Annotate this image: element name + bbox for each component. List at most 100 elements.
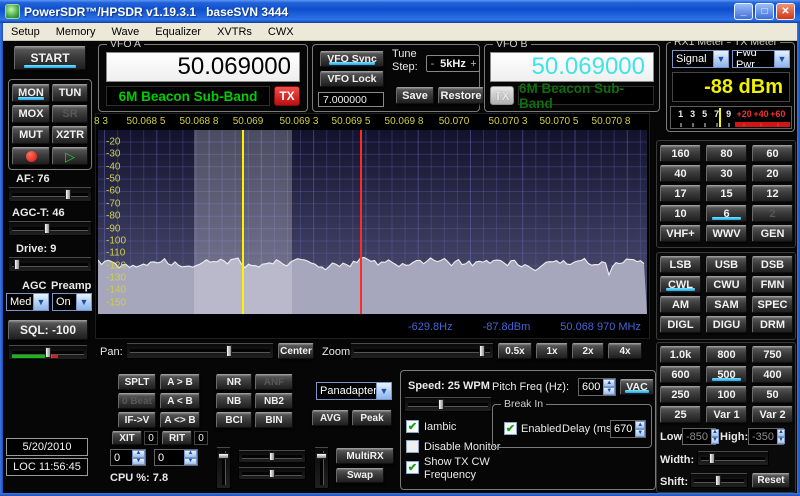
anf-button[interactable]: ANF — [255, 374, 293, 390]
vfo-b-frequency[interactable]: 50.069000 — [490, 52, 654, 82]
menu-item-setup[interactable]: Setup — [3, 24, 48, 40]
filter-low-field[interactable]: -850 ▲▼ — [682, 428, 716, 445]
squelch-button[interactable]: SQL: -100 — [8, 320, 88, 340]
a-swap-b-button[interactable]: A <> B — [160, 412, 200, 428]
spin-up-icon[interactable]: ▲ — [132, 450, 145, 458]
filter-button-25[interactable]: 25 — [660, 406, 701, 423]
disable-monitor-checkbox[interactable]: ✔ — [406, 440, 419, 453]
x2tr-button[interactable]: X2TR — [52, 126, 88, 144]
break-in-delay-field[interactable]: 670 ▲▼ — [610, 420, 646, 438]
vac-button[interactable]: VAC — [620, 379, 654, 395]
filter-button-750[interactable]: 750 — [752, 346, 793, 363]
xit-button[interactable]: XIT — [112, 431, 142, 445]
filter-shift-slider[interactable] — [690, 473, 748, 488]
mode-button-lsb[interactable]: LSB — [660, 256, 701, 273]
filter-shift-reset-button[interactable]: Reset — [752, 473, 790, 488]
band-button-vhf+[interactable]: VHF+ — [660, 225, 701, 242]
spin-down-icon[interactable]: ▼ — [711, 437, 719, 445]
zoom-1x-button[interactable]: 1x — [536, 343, 568, 359]
rx-meter-select[interactable]: Signal▼ — [672, 50, 729, 68]
menu-item-memory[interactable]: Memory — [48, 24, 104, 40]
menu-item-equalizer[interactable]: Equalizer — [147, 24, 209, 40]
vfo-alt-frequency[interactable]: 7.000000 — [318, 92, 384, 107]
af-slider[interactable] — [8, 187, 92, 202]
spin-up-icon[interactable]: ▲ — [777, 429, 785, 437]
multirx-button[interactable]: MultiRX — [336, 448, 394, 464]
mut-button[interactable]: MUT — [12, 126, 50, 144]
center-button[interactable]: Center — [278, 343, 314, 359]
iambic-checkbox[interactable]: ✔ — [406, 420, 419, 433]
menu-item-xvtrs[interactable]: XVTRs — [209, 24, 260, 40]
preamp-select[interactable]: On▼ — [52, 293, 92, 311]
multirx-pan-slider[interactable] — [238, 450, 306, 463]
filter-width-slider[interactable] — [697, 451, 769, 466]
band-button-6[interactable]: 6 — [706, 205, 747, 222]
mode-button-fmn[interactable]: FMN — [752, 276, 793, 293]
avg-button[interactable]: AVG — [312, 410, 349, 426]
restore-button[interactable]: Restore — [438, 87, 484, 104]
band-button-17[interactable]: 17 — [660, 185, 701, 202]
swap-button[interactable]: Swap — [336, 468, 384, 483]
spin-up-icon[interactable]: ▲ — [711, 429, 719, 437]
mode-button-dsb[interactable]: DSB — [752, 256, 793, 273]
spin-down-icon[interactable]: ▼ — [184, 458, 197, 466]
filter-high-field[interactable]: -350 ▲▼ — [748, 428, 784, 445]
mode-button-spec[interactable]: SPEC — [752, 296, 793, 313]
tun-button[interactable]: TUN — [52, 84, 88, 102]
band-button-wwv[interactable]: WWV — [706, 225, 747, 242]
agc-t-slider[interactable] — [8, 221, 92, 236]
filter-button-50[interactable]: 50 — [752, 386, 793, 403]
menu-item-wave[interactable]: Wave — [103, 24, 147, 40]
filter-button-250[interactable]: 250 — [660, 386, 701, 403]
peak-button[interactable]: Peak — [352, 410, 392, 426]
filter-button-800[interactable]: 800 — [706, 346, 747, 363]
maximize-button[interactable]: □ — [755, 3, 774, 20]
zoom-0.5x-button[interactable]: 0.5x — [498, 343, 532, 359]
vfo-a-frequency[interactable]: 50.069000 — [106, 52, 300, 82]
rit-button[interactable]: RIT — [162, 431, 192, 445]
spin-down-icon[interactable]: ▼ — [132, 458, 145, 466]
vfo-lock-button[interactable]: VFO Lock — [320, 71, 384, 87]
mode-button-digl[interactable]: DIGL — [660, 316, 701, 333]
filter-button-var-2[interactable]: Var 2 — [752, 406, 793, 423]
mode-button-am[interactable]: AM — [660, 296, 701, 313]
spin-up-icon[interactable]: ▲ — [603, 379, 615, 387]
split-button[interactable]: SPLT — [118, 374, 156, 390]
play-button[interactable]: ▷ — [52, 147, 88, 165]
zoom-slider[interactable] — [350, 343, 494, 359]
mox-button[interactable]: MOX — [12, 105, 50, 123]
band-button-60[interactable]: 60 — [752, 145, 793, 162]
bin-button[interactable]: BIN — [255, 412, 293, 428]
tx-meter-select[interactable]: Fwd Pwr▼ — [732, 50, 790, 68]
filter-button-100[interactable]: 100 — [706, 386, 747, 403]
spin-down-icon[interactable]: ▼ — [635, 429, 645, 437]
zero-beat-button[interactable]: 0 Beat — [118, 393, 156, 409]
band-button-12[interactable]: 12 — [752, 185, 793, 202]
mode-button-usb[interactable]: USB — [706, 256, 747, 273]
zoom-2x-button[interactable]: 2x — [572, 343, 604, 359]
menu-item-cwx[interactable]: CWX — [260, 24, 302, 40]
band-button-40[interactable]: 40 — [660, 165, 701, 182]
record-button[interactable] — [12, 147, 50, 165]
a-to-b-button[interactable]: A > B — [160, 374, 200, 390]
zoom-4x-button[interactable]: 4x — [608, 343, 642, 359]
mode-button-drm[interactable]: DRM — [752, 316, 793, 333]
band-button-30[interactable]: 30 — [706, 165, 747, 182]
vfo-sync-button[interactable]: VFO Sync — [320, 51, 384, 67]
pan-main-fader[interactable] — [216, 447, 231, 489]
nb2-button[interactable]: NB2 — [255, 393, 293, 409]
band-button-20[interactable]: 20 — [752, 165, 793, 182]
sr-button[interactable]: SR — [52, 105, 88, 123]
band-button-gen[interactable]: GEN — [752, 225, 793, 242]
band-button-80[interactable]: 80 — [706, 145, 747, 162]
nb-button[interactable]: NB — [216, 393, 252, 409]
xit-field[interactable]: 0 ▲▼ — [110, 449, 146, 466]
close-button[interactable]: ✕ — [776, 3, 795, 20]
cw-speed-slider[interactable] — [404, 397, 492, 412]
agc-select[interactable]: Med▼ — [6, 293, 49, 311]
squelch-slider[interactable] — [8, 345, 88, 360]
panadapter-spectrum[interactable]: -20-30-40-50-60-70-80-90-100-110-120-130… — [98, 130, 647, 314]
sub-rx-fader[interactable] — [314, 447, 329, 489]
pitch-freq-field[interactable]: 600 ▲▼ — [578, 378, 616, 396]
filter-button-400[interactable]: 400 — [752, 366, 793, 383]
